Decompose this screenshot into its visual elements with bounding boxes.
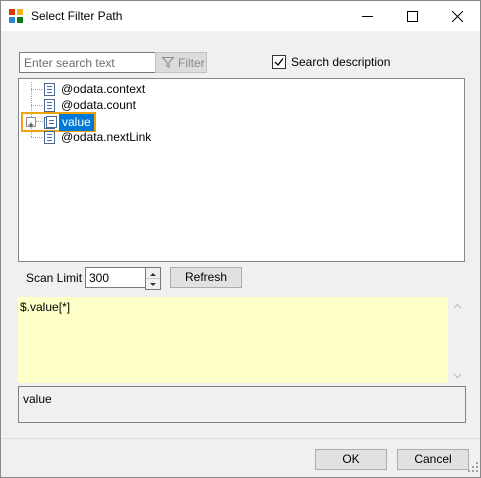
funnel-icon xyxy=(162,57,174,68)
minimize-icon xyxy=(362,16,373,17)
document-icon xyxy=(44,83,55,96)
document-icon xyxy=(44,131,55,144)
spin-down-button[interactable] xyxy=(146,278,160,289)
window-title: Select Filter Path xyxy=(31,9,123,23)
cancel-button[interactable]: Cancel xyxy=(397,449,469,470)
maximize-icon xyxy=(407,11,418,22)
resize-grip-icon[interactable] xyxy=(468,461,478,475)
scroll-down-icon[interactable] xyxy=(449,371,466,381)
description-box: value xyxy=(18,386,466,423)
search-input[interactable] xyxy=(19,52,157,73)
arrow-down-icon xyxy=(150,283,156,286)
ok-button[interactable]: OK xyxy=(315,449,387,470)
search-description-checkbox[interactable] xyxy=(272,55,286,69)
path-expression-text: $.value[*] xyxy=(20,300,71,314)
tree-item-label: @odata.count xyxy=(61,98,136,112)
json-tree-view[interactable]: @odata.context @odata.count value @odata… xyxy=(18,78,465,262)
minimize-button[interactable] xyxy=(345,1,390,31)
scan-limit-value: 300 xyxy=(89,271,110,285)
scan-limit-label: Scan Limit xyxy=(26,271,83,285)
description-text: value xyxy=(23,392,52,406)
tree-item-label: @odata.nextLink xyxy=(61,130,152,144)
tree-item-odata-nextlink[interactable]: @odata.nextLink xyxy=(19,129,219,145)
search-description-label[interactable]: Search description xyxy=(291,55,390,69)
path-scrollbar[interactable] xyxy=(449,297,466,383)
tree-item-odata-count[interactable]: @odata.count xyxy=(19,97,219,113)
dialog-window: Select Filter Path Filter Search descrip… xyxy=(0,0,481,478)
close-button[interactable] xyxy=(435,1,480,31)
maximize-button[interactable] xyxy=(390,1,435,31)
document-icon xyxy=(44,99,55,112)
expand-icon[interactable] xyxy=(26,117,36,128)
refresh-button[interactable]: Refresh xyxy=(170,267,242,288)
app-icon xyxy=(9,9,23,23)
filter-button-label: Filter xyxy=(178,56,205,70)
array-icon xyxy=(44,116,57,129)
tree-item-label: @odata.context xyxy=(61,82,146,96)
checkmark-icon xyxy=(274,58,284,66)
tree-item-odata-context[interactable]: @odata.context xyxy=(19,81,219,97)
scan-limit-input[interactable]: 300 xyxy=(85,267,146,288)
path-expression-box[interactable]: $.value[*] xyxy=(18,297,448,383)
footer-divider xyxy=(1,438,480,439)
filter-button[interactable]: Filter xyxy=(155,52,207,73)
scan-limit-spinner[interactable] xyxy=(145,267,161,290)
close-icon xyxy=(452,11,463,22)
scroll-up-icon[interactable] xyxy=(449,301,466,311)
title-bar[interactable]: Select Filter Path xyxy=(1,1,480,31)
spin-up-button[interactable] xyxy=(146,268,160,278)
